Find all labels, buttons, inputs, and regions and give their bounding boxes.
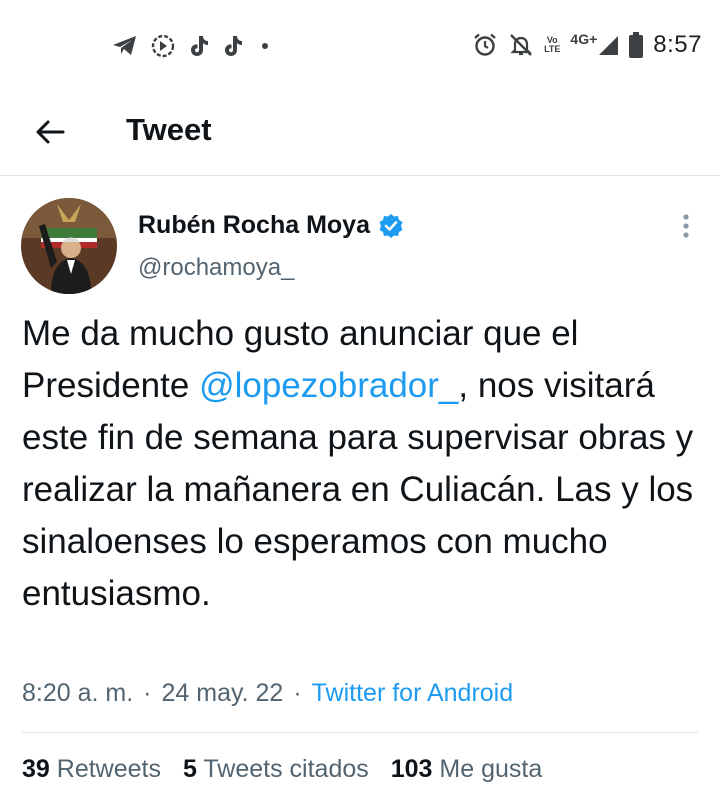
likes-count: 103 [390, 755, 433, 783]
tweet-stats: 39 Retweets 5 Tweets citados 103 Me gust… [22, 755, 542, 784]
tweet-meta: 8:20 a. m. · 24 may. 22 · Twitter for An… [22, 679, 513, 708]
quote-tweets-stat[interactable]: 5 Tweets citados [183, 755, 369, 784]
alarm-icon [472, 32, 498, 58]
network-type-label: 4G+ [570, 31, 598, 47]
quotes-label: Tweets citados [203, 755, 369, 783]
likes-stat[interactable]: 103 Me gusta [391, 755, 543, 784]
tiktok-icon [222, 34, 244, 58]
notification-icons [112, 33, 268, 59]
author-handle[interactable]: @rochamoya_ [138, 254, 294, 282]
telegram-icon [112, 35, 138, 57]
tweet-text: Me da mucho gusto anunciar que el Presid… [22, 308, 702, 620]
verified-badge-icon [378, 213, 404, 239]
status-bar: Vo LTE 4G+ 8:57 [0, 0, 720, 92]
quotes-count: 5 [182, 755, 197, 783]
page-title: Tweet [126, 112, 212, 147]
mention-link[interactable]: @lopezobrador_ [199, 366, 458, 405]
back-button[interactable] [26, 110, 74, 158]
author-name-text: Rubén Rocha Moya [138, 211, 370, 239]
more-vertical-icon [682, 213, 690, 244]
clock: 8:57 [653, 31, 702, 58]
arrow-left-icon [35, 119, 65, 150]
author-avatar[interactable] [21, 198, 117, 294]
signal-strength-icon: 4G+ [570, 31, 619, 56]
retweets-label: Retweets [56, 755, 161, 783]
tiktok-icon [188, 34, 210, 58]
more-options-button[interactable] [668, 210, 704, 246]
divider [22, 732, 698, 733]
system-icons: Vo LTE 4G+ 8:57 [472, 30, 702, 60]
meta-separator: · [293, 679, 302, 707]
signal-messenger-icon [150, 33, 176, 59]
author-name[interactable]: Rubén Rocha Moya [138, 211, 404, 240]
tweet-source-link[interactable]: Twitter for Android [312, 679, 513, 708]
tweet-date: 24 may. 22 [161, 679, 284, 707]
app-header: Tweet [0, 92, 720, 176]
retweets-stat[interactable]: 39 Retweets [22, 755, 161, 784]
tweet-time: 8:20 a. m. [22, 679, 134, 707]
retweets-count: 39 [22, 755, 50, 783]
volte-icon: Vo LTE [544, 36, 560, 54]
meta-separator: · [143, 679, 152, 707]
battery-icon [629, 32, 644, 58]
silent-bell-icon [508, 32, 534, 58]
more-notifications-dot-icon [262, 43, 268, 49]
likes-label: Me gusta [439, 755, 543, 783]
volte-bottom-label: LTE [544, 44, 561, 54]
